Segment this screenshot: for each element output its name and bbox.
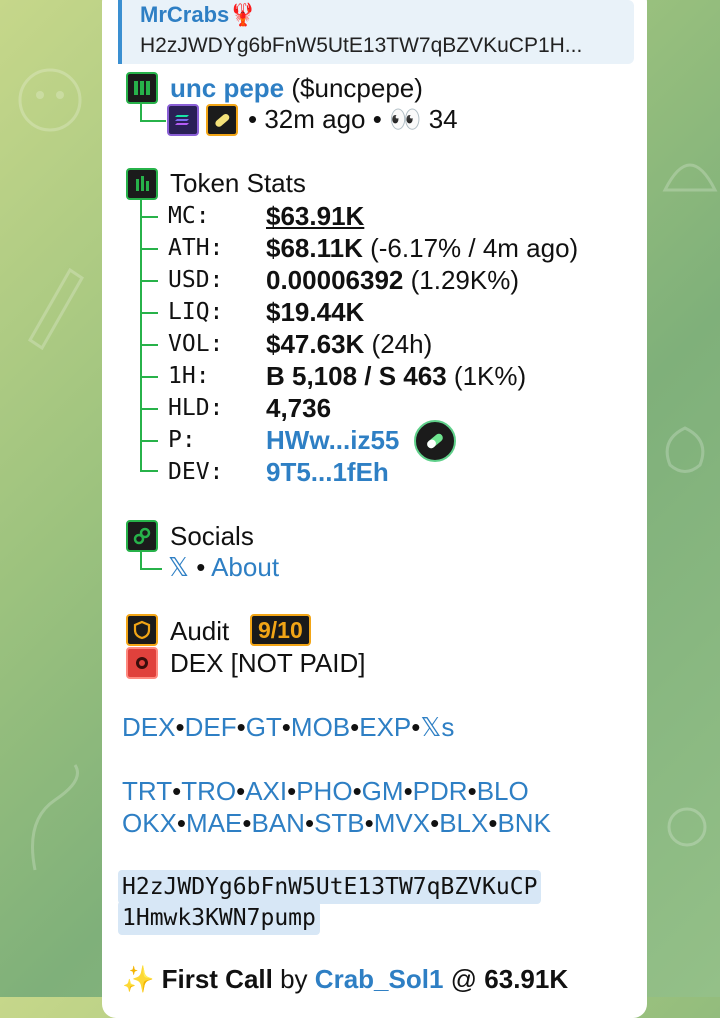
link-okx[interactable]: OKX xyxy=(122,808,177,838)
tree-branch xyxy=(140,280,158,282)
link-gm[interactable]: GM xyxy=(362,776,404,806)
link-pho[interactable]: PHO xyxy=(296,776,352,806)
link-ban[interactable]: BAN xyxy=(251,808,304,838)
stat-value-vol: $47.63K (24h) xyxy=(266,329,433,359)
links-row-2: TRT•TRO•AXI•PHO•GM•PDR•BLO xyxy=(122,776,529,806)
socials-header: Socials xyxy=(170,521,254,551)
socials-links: 𝕏 • About xyxy=(168,552,280,582)
link-axi[interactable]: AXI xyxy=(245,776,287,806)
strawberry-doodle-icon xyxy=(665,426,705,473)
stat-label-1h: 1H: xyxy=(168,363,210,389)
reply-preview[interactable]: MrCrabs🦞 H2zJWDYg6bFnW5UtE13TW7qBZVKuCP1… xyxy=(118,0,634,64)
tree-line xyxy=(140,550,142,568)
token-title: unc pepe ($uncpepe) xyxy=(170,73,423,103)
link-dex[interactable]: DEX xyxy=(122,712,175,742)
tree-branch xyxy=(140,440,158,442)
tree-branch xyxy=(140,344,158,346)
token-name-link[interactable]: unc pepe xyxy=(170,73,284,103)
link-blo[interactable]: BLO xyxy=(477,776,529,806)
link-blx[interactable]: BLX xyxy=(439,808,488,838)
stat-label-hld: HLD: xyxy=(168,395,224,421)
shell-doodle-icon xyxy=(662,163,718,192)
dex-status: DEX [NOT PAID] xyxy=(170,648,366,678)
contract-address-line-2[interactable]: 1Hmwk3KWN7pump xyxy=(118,901,320,935)
link-stb[interactable]: STB xyxy=(314,808,365,838)
link-tro[interactable]: TRO xyxy=(181,776,236,806)
link-bnk[interactable]: BNK xyxy=(497,808,550,838)
audit-header: Audit xyxy=(170,616,230,646)
about-link[interactable]: About xyxy=(211,552,279,582)
pump-pill-icon[interactable] xyxy=(414,420,456,462)
first-call-value: 63.91K xyxy=(484,964,569,994)
link-mvx[interactable]: MVX xyxy=(374,808,430,838)
tree-branch xyxy=(140,376,158,378)
token-views: 34 xyxy=(428,104,458,134)
reply-text: H2zJWDYg6bFnW5UtE13TW7qBZVKuCP1H... xyxy=(140,34,583,57)
link-pdr[interactable]: PDR xyxy=(413,776,468,806)
stat-label-liq: LIQ: xyxy=(168,299,224,325)
link-exp[interactable]: EXP xyxy=(359,712,411,742)
tree-line xyxy=(140,102,142,120)
first-call-line: ✨ First Call by Crab_Sol1 @ 63.91K xyxy=(122,964,569,994)
flower-doodle-icon xyxy=(667,807,707,847)
tree-branch xyxy=(140,408,158,410)
pill-icon[interactable] xyxy=(206,104,238,136)
tree-branch xyxy=(140,216,158,218)
stat-value-liq: $19.44K xyxy=(266,297,365,327)
stat-label-dev: DEV: xyxy=(168,459,224,485)
stats-tree-line xyxy=(140,198,142,470)
stat-value-1h: B 5,108 / S 463 (1K%) xyxy=(266,361,527,391)
link-mae[interactable]: MAE xyxy=(186,808,242,838)
audit-score-badge: 9/10 xyxy=(250,614,311,646)
stat-label-mc: MC: xyxy=(168,203,210,229)
tree-branch xyxy=(140,470,158,472)
tree-branch xyxy=(140,568,162,570)
shield-icon xyxy=(126,614,158,646)
link-gt[interactable]: GT xyxy=(246,712,282,742)
doodle-icon xyxy=(18,68,82,132)
stat-label-pair: P: xyxy=(168,427,196,453)
stat-value-mc[interactable]: $63.91K xyxy=(266,201,364,231)
x-link[interactable]: 𝕏 xyxy=(168,552,189,582)
first-call-label: First Call xyxy=(161,964,273,994)
token-ticker: ($uncpepe) xyxy=(291,73,423,103)
solana-icon[interactable] xyxy=(167,104,199,136)
caller-username-link[interactable]: Crab_Sol1 xyxy=(315,964,444,994)
link-trt[interactable]: TRT xyxy=(122,776,172,806)
sparkle-icon: ✨ xyxy=(122,964,155,994)
stat-value-hld: 4,736 xyxy=(266,393,332,423)
dev-address-link[interactable]: 9T5...1fEh xyxy=(266,457,389,487)
link-def[interactable]: DEF xyxy=(185,712,237,742)
stat-label-ath: ATH: xyxy=(168,235,224,261)
link-xs[interactable]: 𝕏s xyxy=(420,712,454,742)
lion-icon xyxy=(126,647,158,679)
stats-header: Token Stats xyxy=(170,168,306,198)
links-row-1: DEX•DEF•GT•MOB•EXP•𝕏s xyxy=(122,712,455,742)
link-mob[interactable]: MOB xyxy=(291,712,350,742)
stat-value-ath: $68.11K (-6.17% / 4m ago) xyxy=(266,233,579,263)
stat-label-vol: VOL: xyxy=(168,331,224,357)
pair-address-link[interactable]: HWw...iz55 xyxy=(266,425,399,455)
pill-token-icon xyxy=(126,72,158,104)
token-meta: • 32m ago • 👀 34 xyxy=(248,104,458,134)
tree-branch xyxy=(140,120,166,122)
links-row-3: OKX•MAE•BAN•STB•MVX•BLX•BNK xyxy=(122,808,551,838)
tree-branch xyxy=(140,312,158,314)
dino-doodle-icon xyxy=(31,764,79,871)
pencil-doodle-icon xyxy=(28,267,84,350)
contract-address-line-1[interactable]: H2zJWDYg6bFnW5UtE13TW7qBZVKuCP xyxy=(118,870,542,904)
message-bubble xyxy=(102,0,647,1018)
stat-label-usd: USD: xyxy=(168,267,224,293)
stats-icon xyxy=(126,168,158,200)
token-age: • 32m ago • xyxy=(248,104,382,134)
reply-sender: MrCrabs🦞 xyxy=(140,2,257,27)
stat-value-usd: 0.00006392 (1.29K%) xyxy=(266,265,519,295)
link-icon xyxy=(126,520,158,552)
eyes-icon: 👀 xyxy=(389,104,422,134)
tree-branch xyxy=(140,248,158,250)
